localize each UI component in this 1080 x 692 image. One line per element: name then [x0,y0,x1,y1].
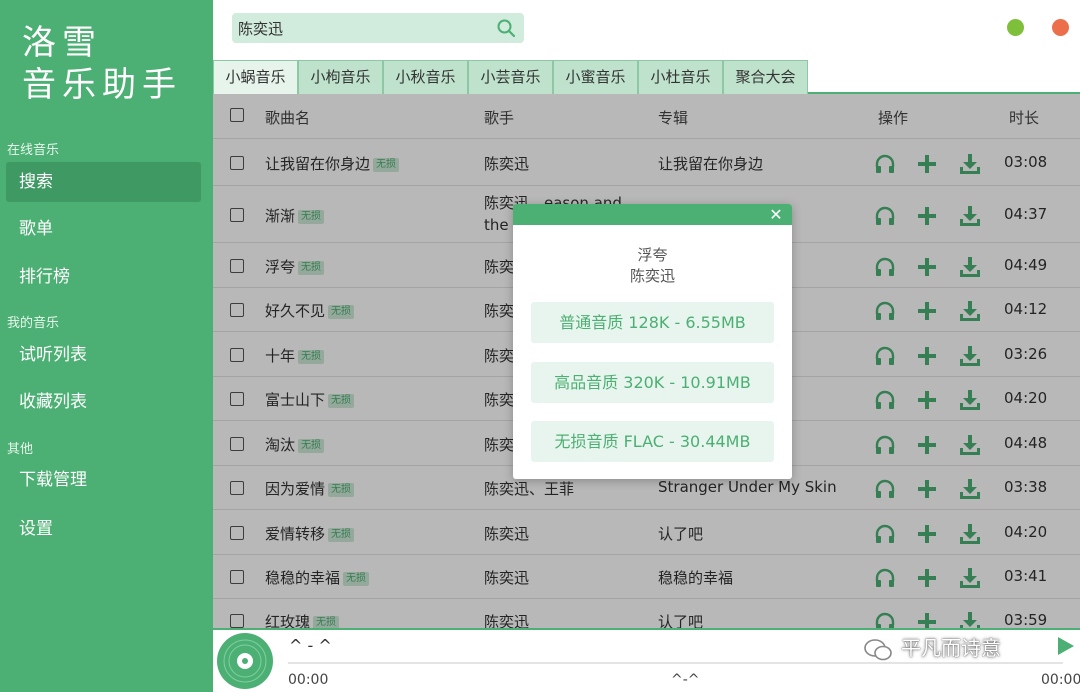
sidebar-item-search[interactable]: 搜索 [6,162,201,202]
tab-source-3[interactable]: 小秋音乐 [383,60,468,94]
search-box [232,13,524,43]
tab-source-4[interactable]: 小芸音乐 [468,60,553,94]
close-window-button[interactable] [1052,19,1069,36]
sidebar-item-settings[interactable]: 设置 [6,509,201,549]
wechat-icon [864,638,892,660]
time-current: 00:00 [288,672,329,688]
search-icon[interactable] [496,18,516,38]
time-total: 00:00 [1041,672,1080,688]
player-bar: ^ - ^ 平凡而诗意 00:00 ^-^ 00:00 [213,628,1080,692]
search-input[interactable] [238,17,488,39]
time-mid: ^-^ [671,672,700,688]
top-bar [213,0,1080,58]
dialog-header: ✕ [513,204,792,225]
tab-source-1[interactable]: 小蜗音乐 [213,60,298,94]
section-label-other: 其他 [7,442,34,457]
app-logo: 洛雪 音乐助手 [22,22,182,106]
now-playing-title: ^ - ^ [289,636,332,655]
sidebar: 洛雪 音乐助手 在线音乐 搜索 歌单 排行榜 我的音乐 试听列表 收藏列表 其他… [0,0,213,692]
logo-line-1: 洛雪 [22,23,102,63]
sidebar-item-listen-list[interactable]: 试听列表 [6,335,201,375]
tab-source-5[interactable]: 小蜜音乐 [553,60,638,94]
dialog-artist: 陈奕迅 [629,267,675,285]
watermark-text: 平凡而诗意 [901,636,1001,660]
quality-standard-button[interactable]: 普通音质 128K - 6.55MB [531,302,774,343]
section-label-my-music: 我的音乐 [7,316,60,331]
tab-source-6[interactable]: 小杜音乐 [638,60,723,94]
section-label-online: 在线音乐 [7,143,60,158]
watermark: 平凡而诗意 [863,632,1001,662]
progress-bar[interactable] [288,662,1063,664]
sidebar-item-charts[interactable]: 排行榜 [6,257,201,297]
dialog-song-title: 浮夸 [637,246,668,264]
sidebar-item-downloads[interactable]: 下载管理 [6,460,201,500]
minimize-button[interactable] [1007,19,1024,36]
download-quality-dialog: ✕ 浮夸 陈奕迅 普通音质 128K - 6.55MB 高品音质 320K - … [513,204,792,479]
album-disc-icon[interactable] [216,632,274,690]
sidebar-item-favorites[interactable]: 收藏列表 [6,382,201,422]
tab-source-all[interactable]: 聚合大会 [723,60,808,94]
sidebar-item-playlists[interactable]: 歌单 [6,209,201,249]
dialog-close-icon[interactable]: ✕ [766,204,786,225]
source-tabs: 小蜗音乐 小枸音乐 小秋音乐 小芸音乐 小蜜音乐 小杜音乐 聚合大会 [213,58,1080,94]
tab-source-2[interactable]: 小枸音乐 [298,60,383,94]
quality-high-button[interactable]: 高品音质 320K - 10.91MB [531,362,774,403]
play-icon[interactable] [1053,634,1077,658]
quality-lossless-button[interactable]: 无损音质 FLAC - 30.44MB [531,421,774,462]
logo-line-2: 音乐助手 [22,65,182,105]
